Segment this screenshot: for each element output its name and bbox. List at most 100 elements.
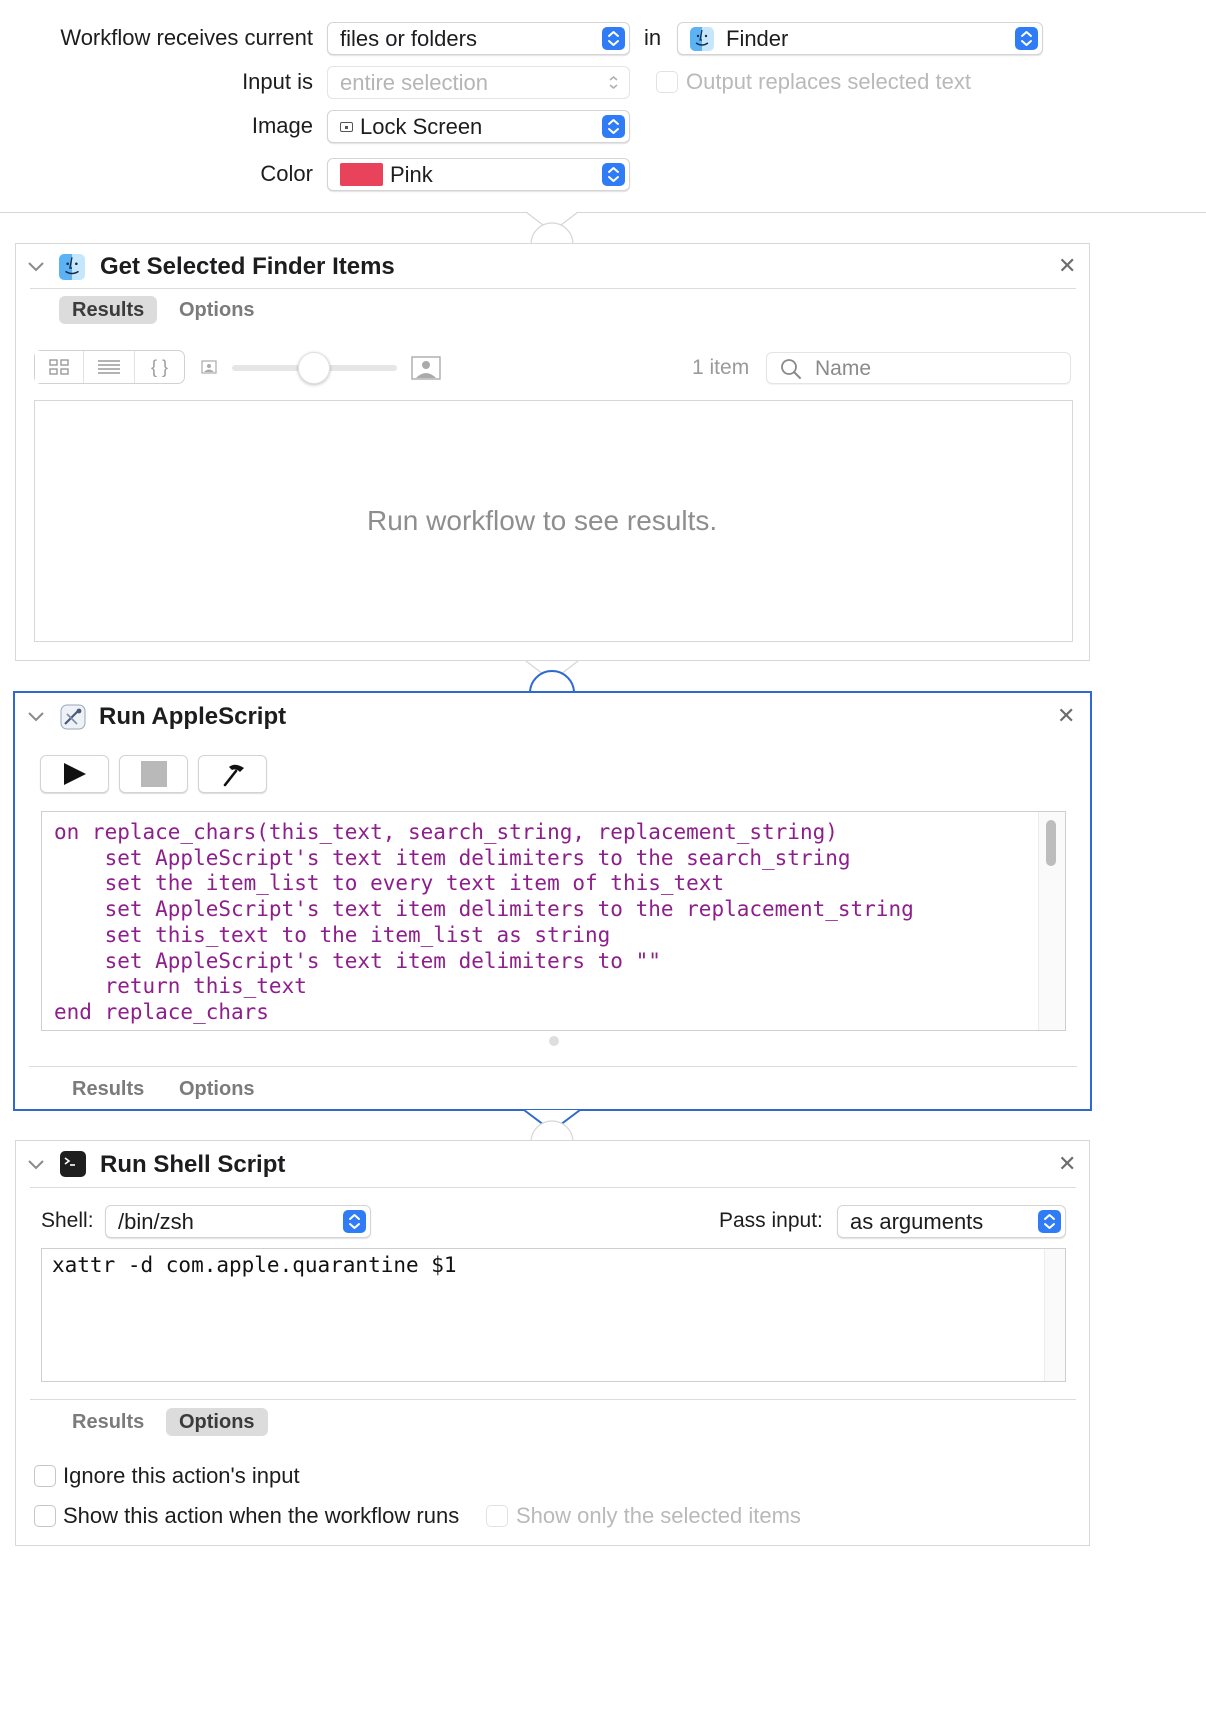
get-selected-finder-items-action[interactable]: Get Selected Finder Items ✕ Results Opti…	[15, 243, 1090, 661]
shell-code[interactable]: xattr -d com.apple.quarantine $1	[52, 1252, 457, 1278]
close-icon[interactable]: ✕	[1058, 1153, 1076, 1175]
action-title: Run AppleScript	[99, 703, 287, 730]
item-count: 1 item	[692, 356, 750, 379]
run-shell-script-action[interactable]: Run Shell Script ✕ Shell: /bin/zsh Pass …	[15, 1140, 1090, 1546]
ignore-input-checkbox[interactable]	[34, 1465, 56, 1487]
image-popup[interactable]: Lock Screen	[327, 110, 630, 143]
show-selected-checkbox[interactable]	[486, 1505, 508, 1527]
pass-input-value: as arguments	[850, 1209, 984, 1234]
popup-stepper-icon	[1015, 27, 1038, 50]
view-mode-segmented-control[interactable]: { }	[34, 350, 185, 384]
chevron-down-icon[interactable]	[28, 262, 44, 272]
run-button[interactable]	[40, 755, 109, 793]
show-action-checkbox[interactable]	[34, 1505, 56, 1527]
header-divider	[0, 212, 1206, 213]
output-replaces-label: Output replaces selected text	[686, 69, 971, 94]
play-icon	[63, 763, 86, 785]
action-title: Run Shell Script	[100, 1151, 286, 1178]
code-line[interactable]: set AppleScript's text item delimiters t…	[54, 948, 661, 974]
slider-knob[interactable]	[298, 352, 330, 384]
code-line[interactable]: set this_text to the item_list as string	[54, 922, 611, 948]
results-area: Run workflow to see results.	[34, 400, 1073, 642]
receives-value: files or folders	[340, 26, 477, 51]
tab-results[interactable]: Results	[59, 1075, 157, 1103]
popup-stepper-icon	[602, 163, 625, 186]
script-editor-icon	[60, 704, 86, 730]
chevron-down-icon[interactable]	[28, 712, 44, 722]
connector-icon	[525, 211, 579, 245]
editor-scrollbar-thumb[interactable]	[1046, 820, 1056, 866]
action-title: Get Selected Finder Items	[100, 253, 395, 280]
code-line[interactable]: on replace_chars(this_text, search_strin…	[54, 819, 838, 845]
code-line[interactable]: set AppleScript's text item delimiters t…	[54, 896, 914, 922]
list-view-icon[interactable]	[83, 351, 134, 383]
connector-icon	[523, 1109, 581, 1143]
image-value: Lock Screen	[360, 114, 483, 139]
popup-stepper-icon	[602, 115, 625, 138]
show-selected-label: Show only the selected items	[516, 1503, 801, 1528]
workflow-receives-label: Workflow receives current	[60, 25, 313, 50]
icon-view-icon[interactable]	[35, 351, 83, 383]
color-label: Color	[260, 161, 313, 186]
terminal-icon	[60, 1151, 86, 1177]
shell-script-editor[interactable]: xattr -d com.apple.quarantine $1	[41, 1248, 1066, 1382]
image-label: Image	[251, 113, 313, 138]
empty-results-message: Run workflow to see results.	[367, 505, 718, 536]
lock-screen-icon	[340, 122, 353, 132]
footer-divider	[29, 1066, 1077, 1067]
app-popup[interactable]: Finder	[677, 22, 1043, 55]
close-icon[interactable]: ✕	[1057, 705, 1075, 727]
app-value: Finder	[726, 26, 789, 51]
color-value: Pink	[390, 162, 433, 187]
stop-button[interactable]	[119, 755, 188, 793]
pass-input-label: Pass input:	[719, 1209, 823, 1232]
popup-stepper-icon	[602, 71, 625, 94]
tab-options[interactable]: Options	[166, 296, 268, 324]
show-action-label: Show this action when the workflow runs	[63, 1503, 460, 1528]
shell-value: /bin/zsh	[118, 1209, 194, 1234]
compile-button[interactable]	[198, 755, 267, 793]
pass-input-popup[interactable]: as arguments	[837, 1205, 1066, 1238]
editor-scrollbar[interactable]	[1044, 1249, 1065, 1381]
title-divider	[30, 288, 1076, 289]
footer-divider	[30, 1399, 1076, 1400]
stop-icon	[140, 761, 167, 787]
search-input[interactable]: Name	[766, 352, 1071, 384]
search-icon	[781, 359, 801, 379]
code-line[interactable]: set the item_list to every text item of …	[54, 870, 725, 896]
hammer-icon	[223, 764, 244, 787]
input-value: entire selection	[340, 70, 488, 95]
popup-stepper-icon	[343, 1210, 366, 1233]
tab-results[interactable]: Results	[59, 1408, 157, 1436]
connector-icon	[525, 660, 579, 694]
tab-results[interactable]: Results	[59, 296, 158, 324]
title-divider	[30, 1187, 1076, 1188]
ignore-input-label: Ignore this action's input	[63, 1463, 300, 1488]
tab-options[interactable]: Options	[166, 1408, 268, 1436]
input-is-label: Input is	[242, 69, 313, 94]
finder-icon	[59, 254, 85, 280]
popup-stepper-icon	[602, 27, 625, 50]
tab-options[interactable]: Options	[166, 1075, 268, 1103]
search-placeholder: Name	[815, 357, 872, 380]
color-popup[interactable]: Pink	[327, 158, 630, 191]
shell-popup[interactable]: /bin/zsh	[105, 1205, 371, 1238]
code-line[interactable]: set AppleScript's text item delimiters t…	[54, 845, 851, 871]
applescript-editor[interactable]: on replace_chars(this_text, search_strin…	[41, 811, 1066, 1031]
color-swatch	[340, 163, 383, 186]
code-line[interactable]: return this_text	[54, 973, 307, 999]
in-label: in	[644, 25, 662, 50]
finder-icon	[690, 27, 714, 51]
receives-popup[interactable]: files or folders	[327, 22, 630, 55]
code-line[interactable]: end replace_chars	[54, 999, 269, 1025]
resize-handle[interactable]	[549, 1036, 559, 1046]
large-image-icon	[411, 356, 441, 380]
input-popup[interactable]: entire selection	[327, 66, 630, 99]
json-view-icon[interactable]: { }	[134, 351, 184, 383]
close-icon[interactable]: ✕	[1058, 255, 1076, 277]
shell-label: Shell:	[41, 1209, 94, 1232]
small-image-icon	[201, 360, 217, 374]
chevron-down-icon[interactable]	[28, 1160, 44, 1170]
run-applescript-action[interactable]: Run AppleScript ✕ on replace_chars(this_…	[13, 691, 1092, 1111]
output-replaces-checkbox[interactable]	[656, 71, 678, 93]
